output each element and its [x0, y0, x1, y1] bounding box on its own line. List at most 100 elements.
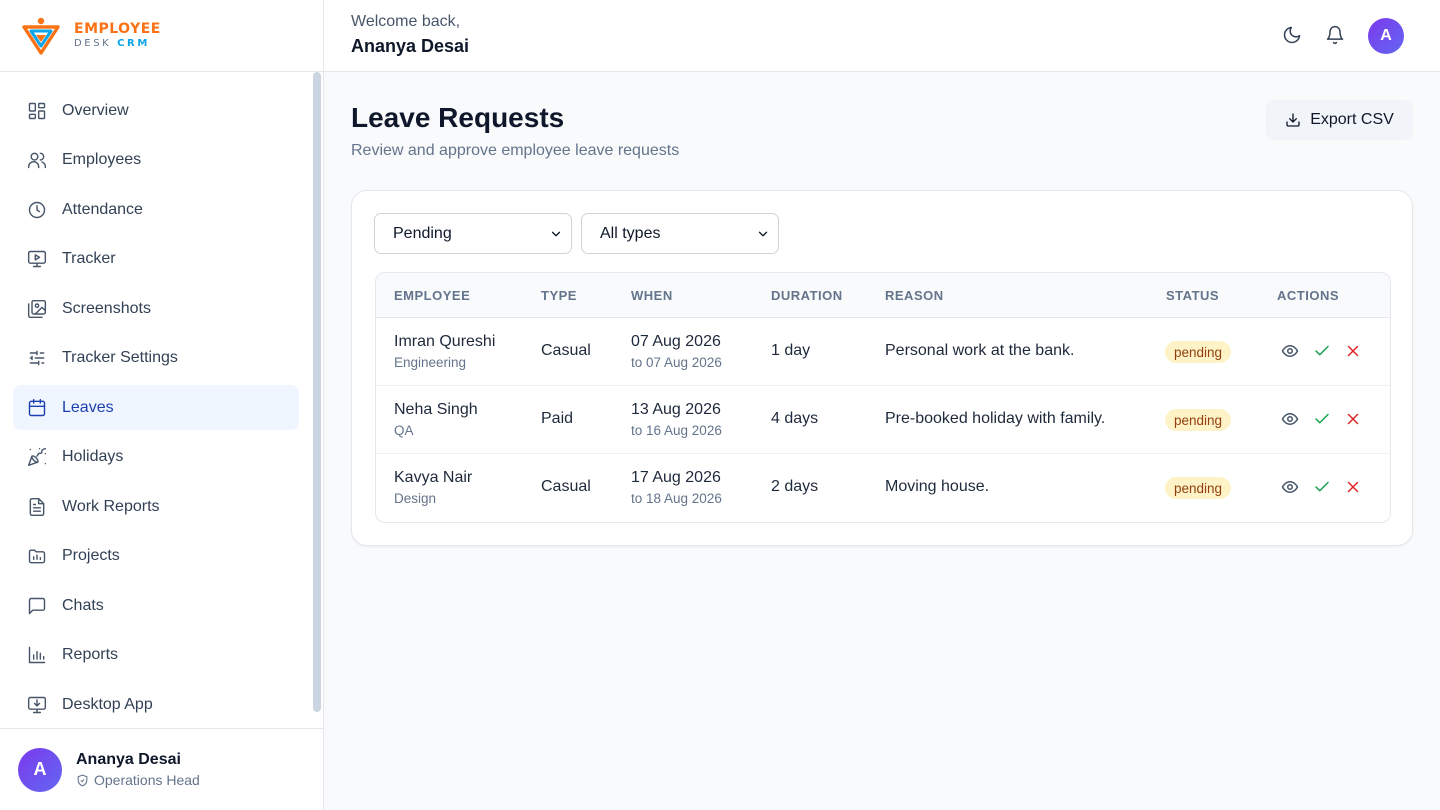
status-filter-select[interactable]: Pending: [374, 213, 572, 254]
leave-duration: 1 day: [771, 342, 811, 359]
bell-icon: [1326, 25, 1344, 45]
sidebar-item-holidays[interactable]: Holidays: [13, 435, 299, 480]
sidebar-item-overview[interactable]: Overview: [13, 88, 299, 133]
sidebar: EMPLOYEE DESK CRM Overview Employees Att…: [0, 0, 324, 810]
approve-button[interactable]: [1313, 410, 1333, 430]
employee-department: QA: [394, 423, 414, 438]
sidebar-item-label: Attendance: [62, 200, 143, 218]
leave-duration: 4 days: [771, 410, 819, 427]
sidebar-item-tracker[interactable]: Tracker: [13, 237, 299, 282]
sliders-icon: [26, 347, 48, 369]
employee-department: Engineering: [394, 355, 467, 370]
leave-reason: Moving house.: [885, 478, 990, 495]
header-avatar[interactable]: A: [1368, 18, 1404, 54]
grid-icon: [26, 100, 48, 122]
leave-reason: Personal work at the bank.: [885, 342, 1075, 359]
column-header-status: STATUS: [1166, 288, 1220, 303]
sidebar-item-desktop-app[interactable]: Desktop App: [13, 682, 299, 727]
reject-button[interactable]: [1344, 410, 1364, 430]
leave-requests-table: EMPLOYEE TYPE WHEN DURATION REASON STATU…: [375, 272, 1391, 523]
sidebar-item-reports[interactable]: Reports: [13, 633, 299, 678]
leave-from-date: 07 Aug 2026: [631, 333, 721, 350]
column-header-actions: ACTIONS: [1277, 288, 1339, 303]
employee-name: Kavya Nair: [394, 469, 473, 486]
monitor-play-icon: [26, 248, 48, 270]
leave-from-date: 17 Aug 2026: [631, 469, 721, 486]
theme-toggle-button[interactable]: [1282, 25, 1304, 47]
type-filter-select[interactable]: All types: [581, 213, 779, 254]
column-header-when: WHEN: [631, 288, 673, 303]
view-button[interactable]: [1281, 342, 1301, 362]
status-badge: pending: [1165, 477, 1232, 499]
sidebar-item-employees[interactable]: Employees: [13, 138, 299, 183]
calendar-icon: [26, 397, 48, 419]
view-button[interactable]: [1281, 410, 1301, 430]
sidebar-item-label: Chats: [62, 596, 104, 614]
eye-icon: [1281, 413, 1299, 425]
status-badge: pending: [1165, 341, 1232, 363]
notifications-button[interactable]: [1325, 25, 1347, 47]
sidebar-item-label: Tracker Settings: [62, 349, 178, 366]
approve-button[interactable]: [1313, 342, 1333, 362]
leave-type: Casual: [541, 478, 591, 495]
column-header-reason: REASON: [885, 288, 944, 303]
table-row: Imran Qureshi Engineering Casual 07 Aug …: [376, 318, 1390, 386]
avatar: A: [18, 747, 62, 792]
chevron-down-icon: [756, 227, 770, 241]
x-icon: [1347, 413, 1359, 425]
approve-button[interactable]: [1313, 478, 1333, 498]
user-profile[interactable]: A Ananya Desai Operations Head: [0, 728, 323, 810]
sidebar-item-chats[interactable]: Chats: [13, 583, 299, 628]
user-name: Ananya Desai: [76, 751, 181, 768]
reject-button[interactable]: [1344, 342, 1364, 362]
sidebar-scrollbar[interactable]: [313, 72, 321, 712]
brand[interactable]: EMPLOYEE DESK CRM: [0, 0, 323, 72]
leave-requests-card: Pending All types EMPLOYEE TYPE WHEN DUR…: [351, 190, 1413, 546]
page-title: Leave Requests: [351, 102, 565, 133]
sidebar-item-attendance[interactable]: Attendance: [13, 187, 299, 232]
check-icon: [1315, 413, 1329, 424]
eye-icon: [1281, 481, 1299, 493]
export-csv-button[interactable]: Export CSV: [1266, 100, 1413, 140]
view-button[interactable]: [1281, 478, 1301, 498]
sidebar-scroll-thumb[interactable]: [313, 72, 321, 712]
employee-desk-logo-icon: [22, 17, 60, 55]
employee-name: Imran Qureshi: [394, 333, 496, 350]
sidebar-nav: Overview Employees Attendance Tracker Sc…: [13, 88, 299, 732]
sidebar-item-leaves[interactable]: Leaves: [13, 385, 299, 430]
folder-icon: [26, 545, 48, 567]
moon-icon: [1283, 26, 1301, 44]
check-icon: [1315, 345, 1329, 356]
monitor-download-icon: [26, 694, 48, 716]
status-badge: pending: [1165, 409, 1232, 431]
sidebar-item-label: Reports: [62, 646, 119, 663]
user-role: Operations Head: [76, 772, 200, 788]
reject-button[interactable]: [1344, 478, 1364, 498]
table-row: Neha Singh QA Paid 13 Aug 2026 to 16 Aug…: [376, 386, 1390, 454]
sidebar-item-label: Employees: [62, 151, 142, 168]
welcome-text: Welcome back,: [351, 13, 461, 30]
sidebar-item-label: Projects: [62, 547, 120, 564]
clock-icon: [26, 199, 48, 221]
sidebar-item-label: Overview: [62, 101, 129, 119]
chevron-down-icon: [549, 227, 563, 241]
leave-type: Casual: [541, 342, 591, 359]
sidebar-item-tracker-settings[interactable]: Tracker Settings: [13, 336, 299, 381]
sidebar-item-projects[interactable]: Projects: [13, 534, 299, 579]
top-bar: Welcome back, Ananya Desai A: [324, 0, 1440, 72]
employee-name: Neha Singh: [394, 401, 478, 418]
sidebar-item-label: Tracker: [62, 250, 116, 267]
sidebar-item-screenshots[interactable]: Screenshots: [13, 286, 299, 331]
leave-from-date: 13 Aug 2026: [631, 401, 721, 418]
brand-tagline: DESK CRM: [74, 38, 150, 49]
welcome-user-name: Ananya Desai: [351, 36, 470, 56]
sidebar-item-work-reports[interactable]: Work Reports: [13, 484, 299, 529]
bar-chart-icon: [26, 644, 48, 666]
employee-department: Design: [394, 491, 437, 506]
page-subtitle: Review and approve employee leave reques…: [351, 142, 680, 159]
x-icon: [1347, 481, 1359, 493]
sidebar-item-label: Holidays: [62, 448, 124, 465]
file-text-icon: [26, 496, 48, 518]
check-icon: [1315, 481, 1329, 492]
column-header-employee: EMPLOYEE: [394, 288, 471, 303]
